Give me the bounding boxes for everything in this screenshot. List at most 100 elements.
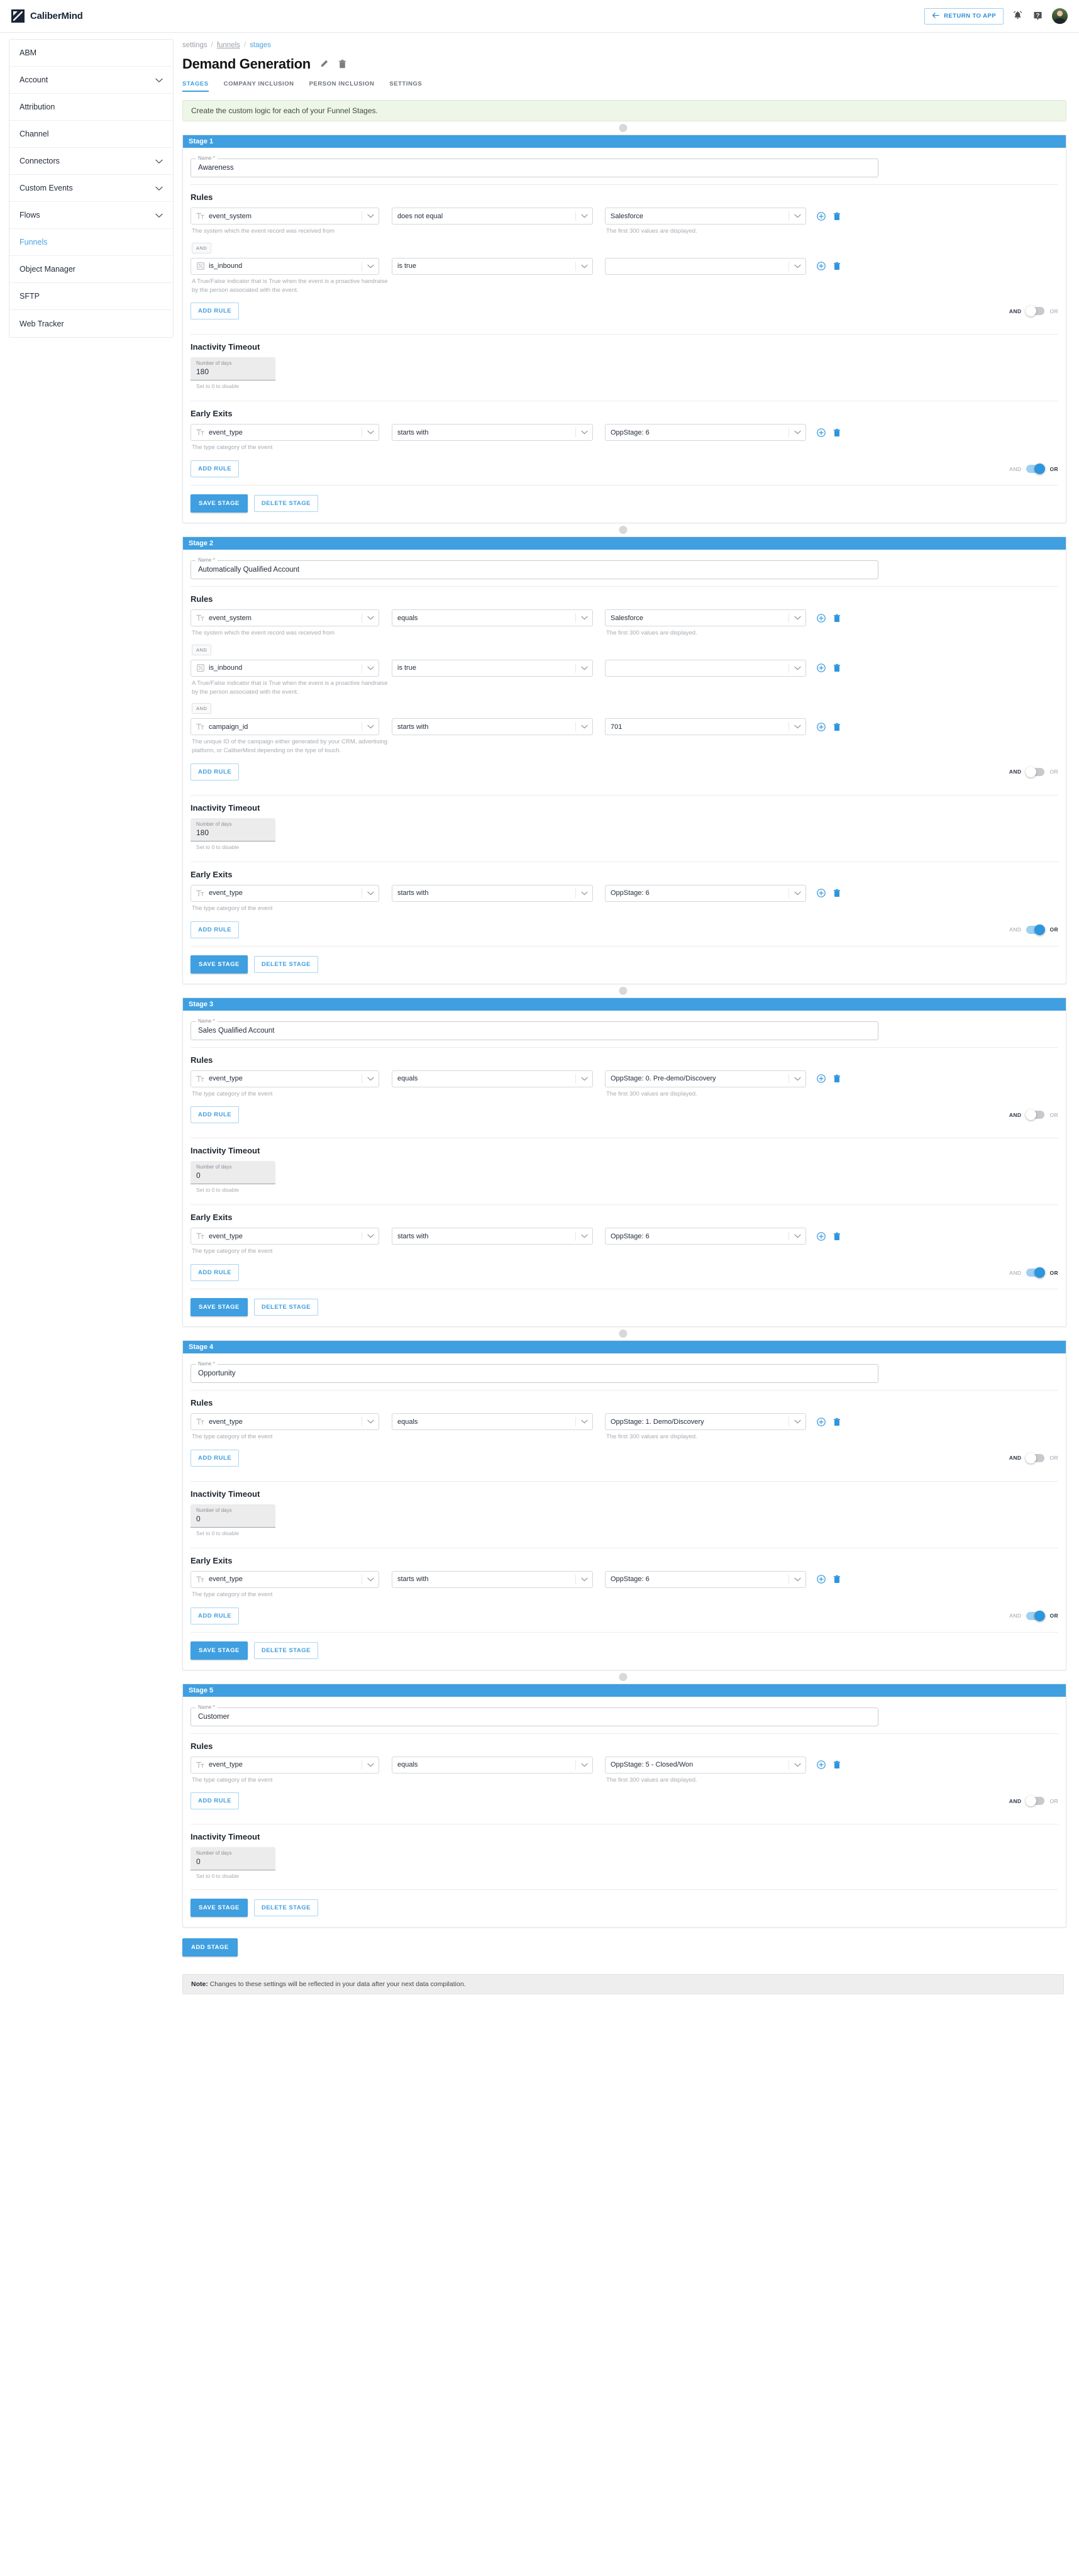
early-exits-operator-select[interactable]: starts with bbox=[392, 424, 593, 441]
sidebar-item-flows[interactable]: Flows bbox=[9, 202, 173, 229]
rules-operator-select[interactable]: is true bbox=[392, 659, 593, 677]
add-circle-icon[interactable] bbox=[817, 889, 826, 898]
rules-operator-select[interactable]: equals bbox=[392, 1413, 593, 1431]
sidebar-item-custom-events[interactable]: Custom Events bbox=[9, 175, 173, 202]
and-or-switch[interactable] bbox=[1026, 306, 1045, 317]
chevron-down-icon[interactable] bbox=[788, 211, 805, 221]
sidebar-item-account[interactable]: Account bbox=[9, 67, 173, 94]
notification-bell-icon[interactable] bbox=[1012, 10, 1024, 22]
save-stage-button[interactable]: SAVE STAGE bbox=[191, 494, 248, 513]
chevron-down-icon[interactable] bbox=[575, 1574, 592, 1584]
add-rule-button[interactable]: ADD RULE bbox=[191, 1792, 240, 1810]
rules-operator-select[interactable]: equals bbox=[392, 1756, 593, 1774]
add-circle-icon[interactable] bbox=[817, 1074, 826, 1083]
sidebar-item-attribution[interactable]: Attribution bbox=[9, 94, 173, 121]
add-stage-button[interactable]: ADD STAGE bbox=[182, 1938, 238, 1957]
save-stage-button[interactable]: SAVE STAGE bbox=[191, 1899, 248, 1918]
add-circle-icon[interactable] bbox=[817, 613, 826, 623]
and-or-switch[interactable] bbox=[1026, 766, 1045, 777]
add-rule-button[interactable]: ADD RULE bbox=[191, 460, 240, 478]
stage-name-input[interactable] bbox=[197, 1369, 872, 1379]
chevron-down-icon[interactable] bbox=[788, 1417, 805, 1427]
chevron-down-icon[interactable] bbox=[788, 428, 805, 438]
breadcrumb-settings[interactable]: settings bbox=[182, 42, 208, 49]
chevron-down-icon[interactable] bbox=[575, 1417, 592, 1427]
rules-field-select[interactable]: event_type bbox=[191, 1413, 379, 1431]
early-exits-operator-select[interactable]: starts with bbox=[392, 1570, 593, 1588]
and-or-switch[interactable] bbox=[1026, 464, 1046, 475]
chevron-down-icon[interactable] bbox=[575, 1760, 592, 1770]
early-exits-field-select[interactable]: event_type bbox=[191, 424, 379, 441]
stage-name-field[interactable]: Name * bbox=[191, 1704, 878, 1726]
stage-name-field[interactable]: Name * bbox=[191, 557, 878, 580]
tab-stages[interactable]: STAGES bbox=[182, 80, 209, 92]
inactivity-days-input[interactable] bbox=[196, 1170, 270, 1181]
rules-value-select[interactable]: OppStage: 5 - Closed/Won bbox=[605, 1756, 806, 1774]
inactivity-days-input[interactable] bbox=[196, 1856, 270, 1867]
add-circle-icon[interactable] bbox=[817, 723, 826, 731]
save-stage-button[interactable]: SAVE STAGE bbox=[191, 1641, 248, 1660]
add-circle-icon[interactable] bbox=[817, 1760, 826, 1770]
delete-rule-trash-icon[interactable] bbox=[833, 428, 841, 437]
chevron-down-icon[interactable] bbox=[788, 1574, 805, 1584]
sidebar-item-object-manager[interactable]: Object Manager bbox=[9, 256, 173, 283]
delete-stage-button[interactable]: DELETE STAGE bbox=[253, 1641, 318, 1659]
delete-stage-button[interactable]: DELETE STAGE bbox=[253, 1299, 318, 1316]
chevron-down-icon[interactable] bbox=[575, 211, 592, 221]
early-exits-field-select[interactable]: event_type bbox=[191, 1570, 379, 1588]
and-or-switch[interactable] bbox=[1026, 1109, 1045, 1121]
inactivity-days-input[interactable] bbox=[196, 1513, 270, 1524]
inactivity-days-field[interactable]: Number of days bbox=[191, 1161, 275, 1185]
delete-rule-trash-icon[interactable] bbox=[833, 1074, 841, 1083]
tab-settings[interactable]: SETTINGS bbox=[389, 80, 422, 92]
chevron-down-icon[interactable] bbox=[575, 1231, 592, 1241]
breadcrumb-stages[interactable]: stages bbox=[250, 42, 271, 49]
rules-field-select[interactable]: event_type bbox=[191, 1070, 379, 1087]
chevron-down-icon[interactable] bbox=[788, 663, 805, 673]
chevron-down-icon[interactable] bbox=[575, 261, 592, 271]
rules-field-select[interactable]: campaign_id bbox=[191, 718, 379, 736]
breadcrumb-funnels[interactable]: funnels bbox=[217, 42, 240, 49]
chevron-down-icon[interactable] bbox=[362, 663, 379, 673]
inactivity-days-field[interactable]: Number of days bbox=[191, 1847, 275, 1871]
stage-drag-handle[interactable] bbox=[619, 986, 628, 995]
sidebar-item-sftp[interactable]: SFTP bbox=[9, 283, 173, 310]
rules-value-select[interactable] bbox=[605, 659, 806, 677]
and-or-switch[interactable] bbox=[1026, 1796, 1045, 1807]
tab-person-inclusion[interactable]: PERSON INCLUSION bbox=[309, 80, 375, 92]
trash-delete-icon[interactable] bbox=[338, 59, 347, 69]
chevron-down-icon[interactable] bbox=[155, 211, 163, 219]
early-exits-value-select[interactable]: OppStage: 6 bbox=[605, 424, 806, 441]
stage-drag-handle[interactable] bbox=[619, 1672, 628, 1681]
chevron-down-icon[interactable] bbox=[362, 613, 379, 623]
chevron-down-icon[interactable] bbox=[575, 663, 592, 673]
rules-value-select[interactable]: OppStage: 0. Pre-demo/Discovery bbox=[605, 1070, 806, 1087]
sidebar-item-connectors[interactable]: Connectors bbox=[9, 148, 173, 175]
delete-rule-trash-icon[interactable] bbox=[833, 212, 841, 221]
inactivity-days-field[interactable]: Number of days bbox=[191, 357, 275, 381]
chevron-down-icon[interactable] bbox=[362, 722, 379, 732]
rules-operator-select[interactable]: equals bbox=[392, 609, 593, 627]
delete-rule-trash-icon[interactable] bbox=[833, 614, 841, 623]
early-exits-field-select[interactable]: event_type bbox=[191, 884, 379, 902]
delete-rule-trash-icon[interactable] bbox=[833, 723, 841, 731]
chevron-down-icon[interactable] bbox=[362, 261, 379, 271]
add-rule-button[interactable]: ADD RULE bbox=[191, 1106, 240, 1124]
sidebar-item-funnels[interactable]: Funnels bbox=[9, 229, 173, 256]
stage-drag-handle[interactable] bbox=[619, 124, 628, 132]
rules-value-select[interactable]: Salesforce bbox=[605, 609, 806, 627]
rules-value-select[interactable]: OppStage: 1. Demo/Discovery bbox=[605, 1413, 806, 1431]
delete-rule-trash-icon[interactable] bbox=[833, 1760, 841, 1769]
rules-value-select[interactable]: 701 bbox=[605, 718, 806, 736]
chevron-down-icon[interactable] bbox=[362, 1074, 379, 1084]
add-rule-button[interactable]: ADD RULE bbox=[191, 1607, 240, 1624]
add-circle-icon[interactable] bbox=[817, 1417, 826, 1426]
sidebar-item-channel[interactable]: Channel bbox=[9, 121, 173, 148]
stage-name-field[interactable]: Name * bbox=[191, 1018, 878, 1040]
rules-field-select[interactable]: is_inbound bbox=[191, 257, 379, 275]
delete-stage-button[interactable]: DELETE STAGE bbox=[253, 1899, 318, 1917]
chevron-down-icon[interactable] bbox=[575, 1074, 592, 1084]
stage-name-input[interactable] bbox=[197, 565, 872, 575]
add-circle-icon[interactable] bbox=[817, 428, 826, 437]
delete-stage-button[interactable]: DELETE STAGE bbox=[253, 495, 318, 513]
